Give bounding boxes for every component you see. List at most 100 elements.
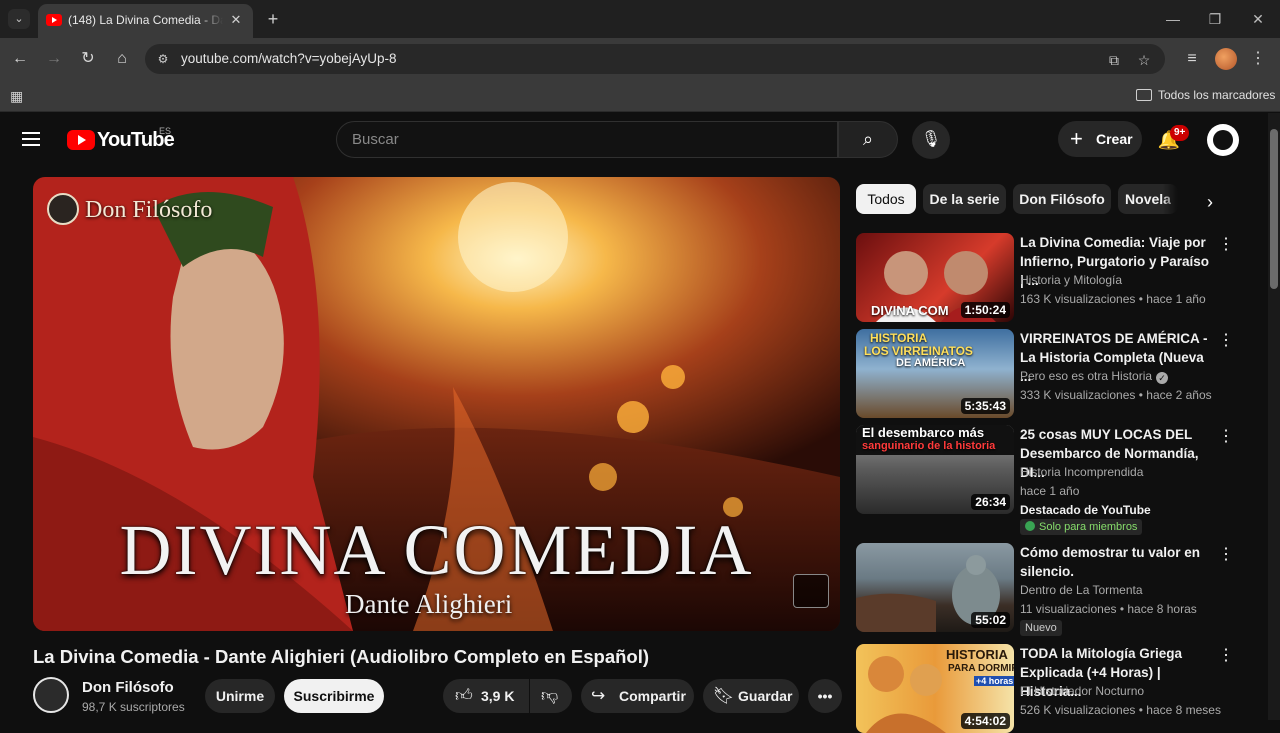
recommendation-item[interactable]: HISTORIA PARA DORMIR +4 horas 4:54:02 TO… xyxy=(856,644,1246,733)
browser-menu-icon[interactable]: ⋮ xyxy=(1250,47,1266,71)
microphone-icon: 🎙 xyxy=(920,131,942,148)
like-count: 3,9 K xyxy=(481,688,515,704)
recommendation-title[interactable]: Cómo demostrar tu valor en silencio. xyxy=(1020,543,1212,581)
save-label: Guardar xyxy=(738,688,793,704)
members-only-label: Solo para miembros xyxy=(1039,521,1138,533)
apps-grid-icon[interactable]: ▦ xyxy=(10,88,26,104)
subscribe-label: Suscribirme xyxy=(293,688,375,704)
youtube-header: YouTube ES Buscar ⌕ 🎙 + Crear 🔔 9+ xyxy=(0,113,1265,167)
minimize-button[interactable]: — xyxy=(1158,8,1188,30)
thumbnail-brand: Don Filósofo xyxy=(47,193,212,225)
duration-badge: 26:34 xyxy=(971,494,1010,510)
recommendation-channel[interactable]: Pero eso es otra Historia ✓ xyxy=(1020,369,1169,384)
more-vertical-icon[interactable]: ⋮ xyxy=(1218,545,1234,565)
recommendation-channel[interactable]: Historia y Mitología xyxy=(1020,273,1122,287)
bookmark-icon: 🔖︎ xyxy=(713,686,735,705)
recommendation-item[interactable]: HISTORIA LOS VIRREINATOS DE AMÉRICA 5:35… xyxy=(856,329,1246,419)
more-horizontal-icon: ••• xyxy=(817,688,833,704)
reading-list-icon[interactable]: ≡ xyxy=(1180,47,1204,71)
join-button[interactable]: Unirme xyxy=(205,679,275,713)
thumbnail-title: DIVINA COMEDIA xyxy=(119,510,754,590)
tab-search-button[interactable]: ⌄ xyxy=(8,9,30,29)
page-scrollbar[interactable] xyxy=(1268,113,1280,720)
thumbnail-text: sanguinario de la historia xyxy=(862,440,996,452)
browser-tab-bar: ⌄ (148) La Divina Comedia - Dante Alighi… xyxy=(0,0,1280,38)
home-icon[interactable]: ⌂ xyxy=(110,47,134,71)
subscribe-button[interactable]: Suscribirme xyxy=(284,679,384,713)
chip-don-filosofo[interactable]: Don Filósofo xyxy=(1013,184,1111,214)
like-button[interactable]: 👍︎ 3,9 K xyxy=(443,679,529,713)
video-thumbnail[interactable]: 55:02 xyxy=(856,543,1014,632)
new-badge: Nuevo xyxy=(1020,620,1062,636)
recommendation-item[interactable]: DIVINA COM 1:50:24 La Divina Comedia: Vi… xyxy=(856,233,1246,323)
more-vertical-icon[interactable]: ⋮ xyxy=(1218,331,1234,351)
duration-badge: 1:50:24 xyxy=(960,302,1010,318)
featured-label: Destacado de YouTube xyxy=(1020,503,1151,517)
restore-button[interactable]: ❐ xyxy=(1200,8,1230,30)
recommendation-channel[interactable]: Historia Incomprendida xyxy=(1020,465,1143,479)
close-tab-icon[interactable]: ✕ xyxy=(227,11,245,29)
youtube-play-icon xyxy=(67,130,95,150)
thumbnail-text: LOS VIRREINATOS xyxy=(864,344,973,358)
more-vertical-icon[interactable]: ⋮ xyxy=(1218,427,1234,447)
channel-name[interactable]: Don Filósofo xyxy=(82,679,174,696)
search-button[interactable]: ⌕ xyxy=(838,121,898,158)
channel-avatar[interactable] xyxy=(33,677,69,713)
chip-novela[interactable]: Novela xyxy=(1118,184,1178,214)
more-vertical-icon[interactable]: ⋮ xyxy=(1218,646,1234,666)
back-icon[interactable]: ← xyxy=(8,47,32,71)
new-tab-button[interactable]: + xyxy=(262,9,284,29)
thumbnail-text: DE AMÉRICA xyxy=(896,357,966,369)
recommendation-meta: 163 K visualizaciones • hace 1 año xyxy=(1020,292,1206,306)
more-actions-button[interactable]: ••• xyxy=(808,679,842,713)
browser-tab[interactable]: (148) La Divina Comedia - Dante Alighier… xyxy=(38,4,253,38)
search-input[interactable]: Buscar xyxy=(336,121,838,158)
video-thumbnail[interactable]: El desembarco más sanguinario de la hist… xyxy=(856,425,1014,514)
recommendation-channel[interactable]: El Historiador Nocturno xyxy=(1020,684,1144,698)
reload-icon[interactable]: ↻ xyxy=(76,47,100,71)
chip-todos[interactable]: Todos xyxy=(856,184,916,214)
close-window-button[interactable]: ✕ xyxy=(1243,8,1273,30)
save-button[interactable]: 🔖︎ Guardar xyxy=(703,679,799,713)
recommendation-meta: 11 visualizaciones • hace 8 horas xyxy=(1020,602,1197,616)
more-vertical-icon[interactable]: ⋮ xyxy=(1218,235,1234,255)
bookmark-star-icon[interactable]: ☆ xyxy=(1135,51,1153,69)
thumbnail-text: +4 horas xyxy=(974,676,1014,686)
profile-avatar[interactable] xyxy=(1215,48,1237,70)
join-label: Unirme xyxy=(215,688,265,704)
search-placeholder: Buscar xyxy=(352,131,399,148)
menu-icon[interactable] xyxy=(22,129,46,151)
subscriber-count: 98,7 K suscriptores xyxy=(82,700,185,714)
video-thumbnail[interactable]: HISTORIA LOS VIRREINATOS DE AMÉRICA 5:35… xyxy=(856,329,1014,418)
site-info-icon[interactable]: ⚙ xyxy=(155,51,171,67)
notification-count-badge: 9+ xyxy=(1170,125,1190,141)
recommendation-channel[interactable]: Dentro de La Tormenta xyxy=(1020,583,1143,597)
plus-icon: + xyxy=(1070,126,1083,151)
recommendation-meta: 333 K visualizaciones • hace 2 años xyxy=(1020,388,1212,402)
tab-title: (148) La Divina Comedia - Dante Alighier… xyxy=(68,13,223,27)
browser-toolbar: ← → ↻ ⌂ ⚙ youtube.com/watch?v=yobejAyUp-… xyxy=(0,38,1280,80)
share-button[interactable]: ↪ Compartir xyxy=(581,679,694,713)
address-bar[interactable]: ⚙ youtube.com/watch?v=yobejAyUp-8 ⧉ ☆ xyxy=(145,44,1165,74)
forward-icon[interactable]: → xyxy=(42,47,66,71)
folder-icon xyxy=(1136,89,1152,101)
recommendation-item[interactable]: 55:02 Cómo demostrar tu valor en silenci… xyxy=(856,543,1246,638)
thumbnail-text: PARA DORMIR xyxy=(948,663,1014,674)
thumbs-down-icon: 👎︎ xyxy=(541,686,559,705)
recommendation-item[interactable]: El desembarco más sanguinario de la hist… xyxy=(856,425,1246,537)
voice-search-button[interactable]: 🎙 xyxy=(912,121,950,159)
bookmarks-folder-label: Todos los marcadores xyxy=(1158,88,1276,102)
thumbnail-subtitle: Dante Alighieri xyxy=(345,589,513,619)
video-thumbnail[interactable]: DIVINA COM 1:50:24 xyxy=(856,233,1014,322)
dislike-button[interactable]: 👎︎ xyxy=(530,679,572,713)
create-button[interactable]: + Crear xyxy=(1058,121,1142,157)
channel-watermark-icon[interactable] xyxy=(793,574,829,608)
chip-de-la-serie[interactable]: De la serie xyxy=(923,184,1006,214)
scrollbar-thumb[interactable] xyxy=(1270,129,1278,289)
thumbnail-brand-text: Don Filósofo xyxy=(85,197,213,223)
user-avatar[interactable] xyxy=(1207,124,1239,156)
video-player[interactable]: Don Filósofo DIVINA COMEDIA Dante Alighi… xyxy=(33,177,840,631)
chevron-right-icon[interactable]: › xyxy=(1198,190,1222,214)
install-app-icon[interactable]: ⧉ xyxy=(1105,51,1123,69)
all-bookmarks-folder[interactable]: Todos los marcadores xyxy=(1136,88,1275,104)
